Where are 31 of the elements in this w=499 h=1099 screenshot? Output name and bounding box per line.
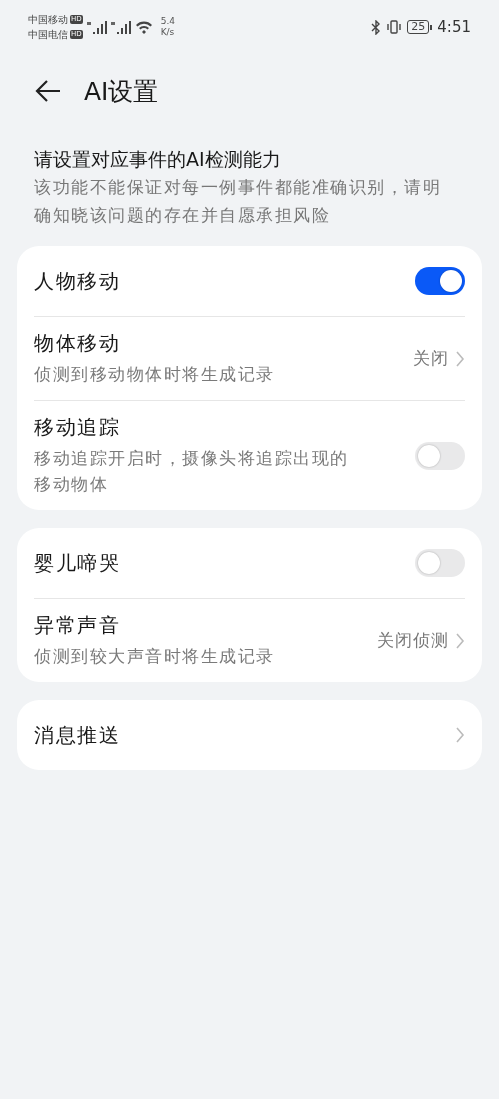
row-title: 人物移动 — [34, 267, 120, 295]
page-title: AI设置 — [84, 75, 159, 108]
row-title: 物体移动 — [34, 330, 121, 357]
speed-unit: K/s — [160, 27, 175, 38]
section-heading: 请设置对应事件的AI检测能力 — [34, 147, 282, 172]
signal-icon — [86, 20, 107, 34]
row-subtitle: 侦测到较大声音时将生成记录 — [34, 645, 275, 668]
row-value: 关闭侦测 — [377, 629, 449, 652]
toggle-switch[interactable] — [415, 441, 465, 470]
row-title: 移动追踪 — [34, 414, 121, 441]
row-title: 婴儿啼哭 — [34, 549, 120, 577]
row-subtitle: 侦测到移动物体时将生成记录 — [34, 363, 275, 386]
row-value: 关闭 — [413, 347, 449, 370]
network-speed: 5.4 — [160, 16, 175, 27]
row-subtitle: 移动追踪开启时，摄像头将追踪出现的移动物体 — [34, 447, 350, 496]
vibrate-icon — [386, 20, 403, 34]
toggle-switch[interactable] — [415, 549, 465, 577]
row-title: 消息推送 — [34, 721, 120, 749]
carrier-name: 中国电信 — [28, 27, 68, 42]
carrier-name: 中国移动 — [28, 12, 68, 27]
chevron-icon — [455, 631, 465, 650]
toggle-switch[interactable] — [415, 267, 465, 295]
wifi-icon — [134, 20, 153, 34]
chevron-icon — [455, 349, 465, 368]
battery-level: 25 — [407, 20, 430, 34]
row-title: 异常声音 — [34, 612, 121, 639]
disclaimer-text: 该功能不能保证对每一例事件都能准确识别，请明确知晓该问题的存在并自愿承担风险 — [34, 176, 442, 227]
clock-time: 4:51 — [437, 18, 471, 36]
signal-icon — [110, 20, 131, 34]
bluetooth-icon — [371, 19, 382, 35]
chevron-icon — [455, 726, 465, 744]
